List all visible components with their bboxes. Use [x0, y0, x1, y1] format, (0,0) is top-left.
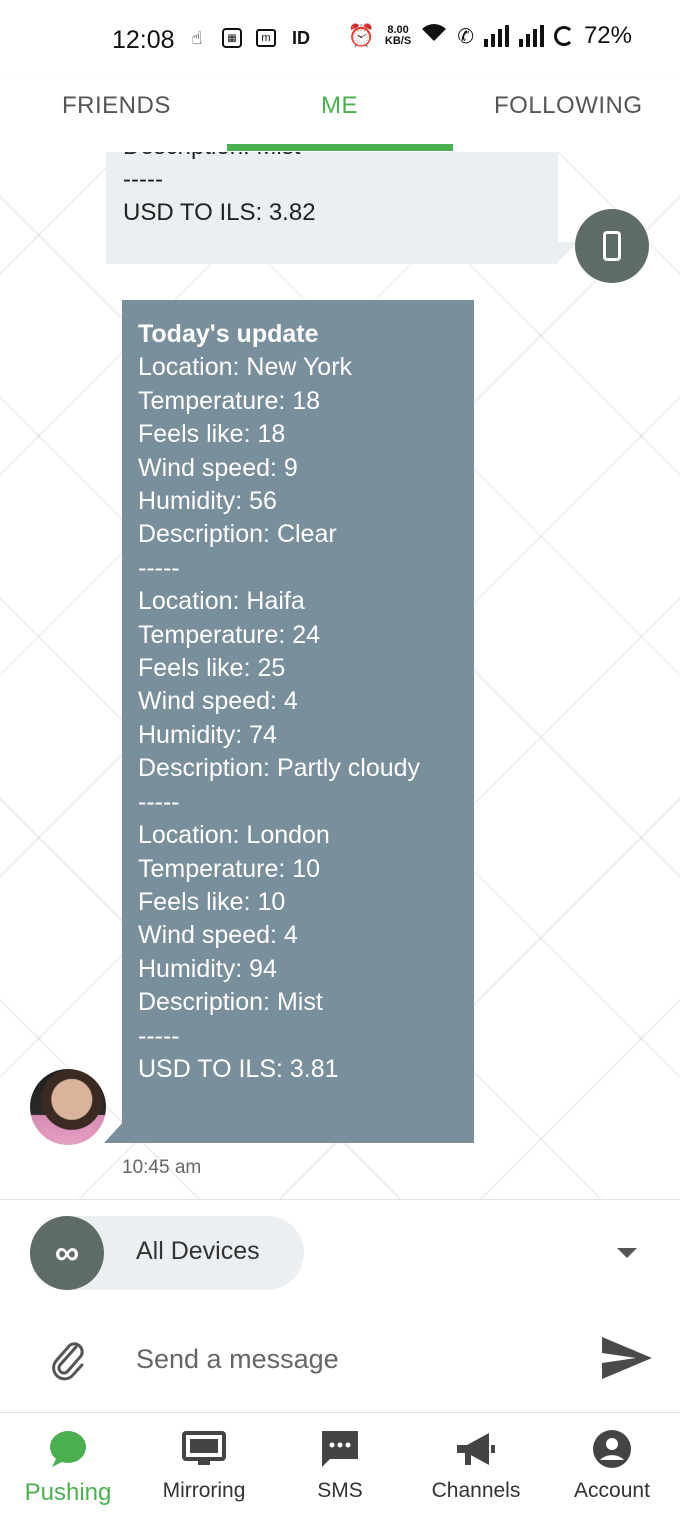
top-tabs: FRIENDS ME FOLLOWING — [0, 80, 680, 152]
nav-label: Account — [574, 1479, 650, 1502]
battery-percent: 72% — [583, 22, 632, 49]
wifi-icon — [421, 22, 447, 50]
message-line: Humidity: 74 — [138, 720, 277, 749]
device-selector-label: All Devices — [136, 1237, 260, 1265]
message-line: Description: Partly cloudy — [138, 754, 421, 783]
nav-item-account[interactable]: Account — [544, 1427, 680, 1517]
message-line: ----- — [123, 166, 163, 193]
outgoing-message-bubble[interactable]: Description: Mist ----- USD TO ILS: 3.82 — [106, 152, 558, 264]
message-line: Temperature: 18 — [138, 386, 321, 415]
message-line: Location: New York — [138, 353, 353, 382]
paperclip-icon[interactable] — [44, 1333, 92, 1385]
chat-bubble-icon — [0, 1427, 136, 1469]
message-line: Feels like: 25 — [138, 654, 286, 683]
signal-strength-icon-sim1 — [483, 25, 509, 47]
message-line: ----- — [138, 787, 180, 816]
avatar[interactable] — [30, 1069, 106, 1145]
message-title: Today's update — [138, 320, 319, 348]
nav-item-sms[interactable]: SMS — [272, 1427, 408, 1517]
message-line: Location: Haifa — [138, 587, 305, 616]
m-notification-icon: m — [256, 29, 276, 47]
message-line: Description: Clear — [138, 520, 337, 549]
message-line: ----- — [138, 1021, 180, 1050]
nav-label: Pushing — [24, 1479, 112, 1506]
message-line: Description: Mist — [138, 988, 323, 1017]
message-line: Description: Mist — [123, 152, 300, 163]
device-avatar[interactable] — [575, 209, 649, 283]
message-input[interactable] — [120, 1331, 560, 1387]
message-line: ----- — [138, 553, 180, 582]
message-line: Wind speed: 9 — [138, 453, 298, 482]
active-tab-indicator — [227, 144, 453, 151]
message-line: Feels like: 18 — [138, 420, 286, 449]
nav-label: Channels — [431, 1479, 521, 1502]
message-line: Temperature: 24 — [138, 620, 321, 649]
bottom-navigation: Pushing Mirroring SMS Channels Account — [0, 1412, 680, 1519]
message-composer — [0, 1309, 680, 1412]
send-icon[interactable] — [598, 1333, 656, 1383]
message-timestamp: 10:45 am — [122, 1157, 202, 1178]
nav-label: SMS — [317, 1479, 363, 1502]
hand-icon: ☝ — [191, 27, 203, 48]
incoming-message-bubble[interactable]: Today's update Location: New York Temper… — [122, 300, 474, 1143]
network-speed-unit: KB/S — [384, 35, 412, 47]
nav-item-mirroring[interactable]: Mirroring — [136, 1427, 272, 1517]
device-selector-row: ∞ All Devices — [0, 1199, 680, 1309]
status-bar: 12:08 ☝ ▦ m ID ⏰ 8.00 KB/S ✆ 72% — [0, 0, 680, 80]
notification-icons: ☝ ▦ m ID — [186, 26, 312, 50]
message-line: USD TO ILS: 3.81 — [138, 1054, 339, 1083]
message-line: Humidity: 94 — [138, 954, 277, 983]
incoming-bubble-tail — [104, 1121, 124, 1143]
nav-item-pushing[interactable]: Pushing — [0, 1427, 136, 1517]
battery-icon — [553, 26, 574, 46]
sms-icon — [272, 1427, 408, 1469]
message-body: Location: New York Temperature: 18 Feels… — [138, 351, 458, 1086]
message-line: Humidity: 56 — [138, 487, 277, 516]
id-notification-icon: ID — [292, 27, 310, 48]
message-line: Wind speed: 4 — [138, 921, 298, 950]
message-line: USD TO ILS: 3.82 — [123, 199, 316, 226]
nav-label: Mirroring — [162, 1479, 246, 1502]
nav-item-channels[interactable]: Channels — [408, 1427, 544, 1517]
signal-strength-icon-sim2 — [518, 25, 544, 47]
monitor-icon — [136, 1427, 272, 1469]
tab-following[interactable]: FOLLOWING — [494, 92, 643, 120]
message-line: Location: London — [138, 821, 330, 850]
phone-icon — [603, 231, 621, 261]
tab-friends[interactable]: FRIENDS — [62, 92, 171, 120]
message-line: Feels like: 10 — [138, 887, 286, 916]
app-notification-icon: ▦ — [222, 28, 242, 48]
dropdown-arrow-icon[interactable] — [617, 1248, 637, 1258]
device-selector[interactable]: ∞ All Devices — [30, 1216, 304, 1290]
message-line: Temperature: 10 — [138, 854, 321, 883]
message-line: Wind speed: 4 — [138, 687, 298, 716]
tab-me[interactable]: ME — [321, 92, 358, 120]
volte-call-icon: ✆ — [457, 25, 474, 48]
network-speed: 8.00 KB/S — [385, 25, 411, 47]
chat-thread[interactable]: Description: Mist ----- USD TO ILS: 3.82… — [0, 152, 680, 1199]
infinity-icon: ∞ — [30, 1216, 104, 1290]
megaphone-icon — [408, 1427, 544, 1469]
status-time: 12:08 — [112, 26, 175, 54]
alarm-icon: ⏰ — [347, 23, 375, 48]
system-status-icons: ⏰ 8.00 KB/S ✆ 72% — [348, 22, 633, 50]
account-circle-icon — [544, 1427, 680, 1469]
